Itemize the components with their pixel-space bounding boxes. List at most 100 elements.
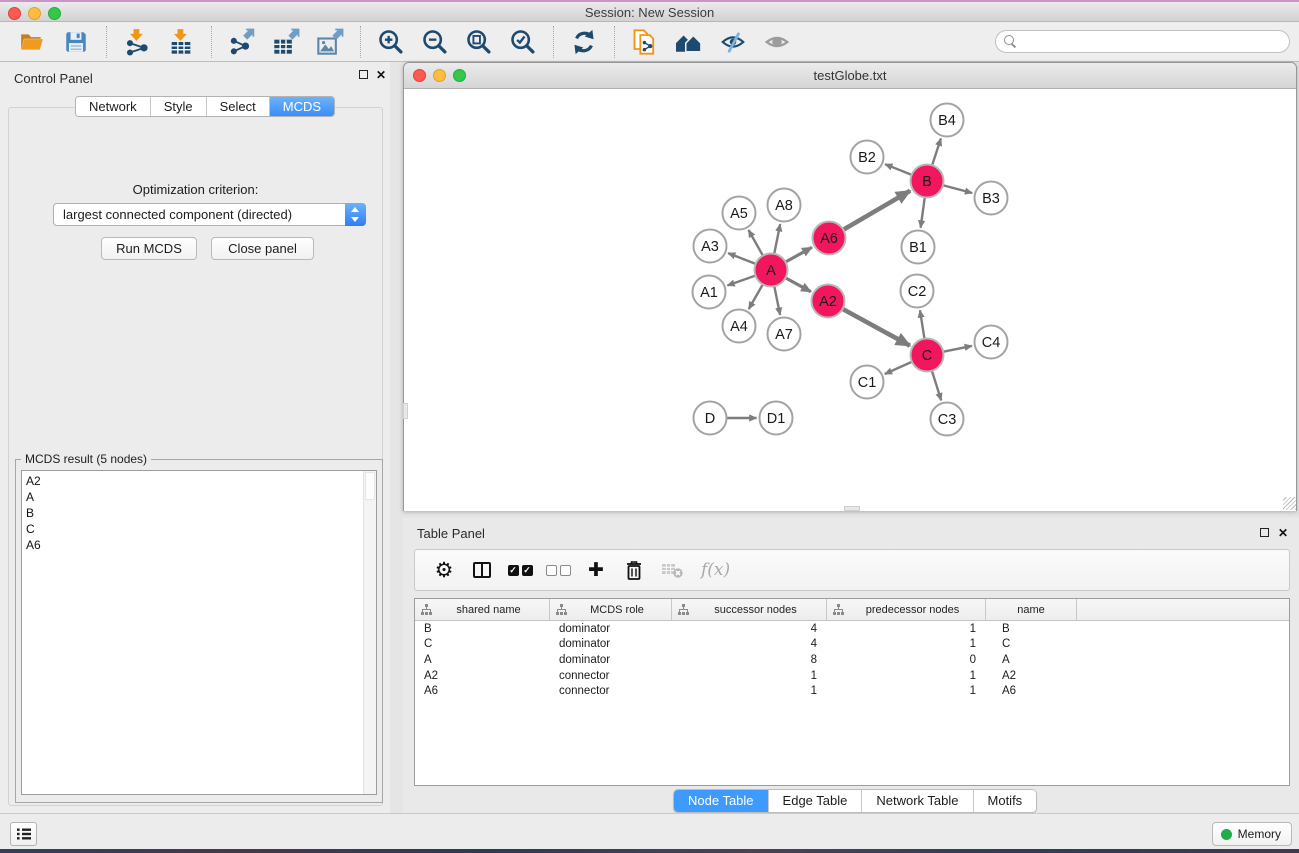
table-cell[interactable]: A2: [415, 670, 550, 682]
edge-A6-B[interactable]: [842, 191, 910, 230]
mcds-result-item[interactable]: A: [22, 489, 362, 505]
delete-column-button[interactable]: [621, 557, 647, 583]
node-B4[interactable]: B4: [931, 104, 964, 137]
edge-B-B4[interactable]: [932, 139, 941, 167]
zoom-fit-button[interactable]: [463, 26, 495, 58]
table-row[interactable]: A2connector11A2: [415, 668, 1289, 684]
column-header-name[interactable]: name: [986, 599, 1077, 620]
node-C3[interactable]: C3: [931, 403, 964, 436]
bottom-splitter-grip[interactable]: [844, 506, 860, 511]
table-cell[interactable]: 1: [672, 685, 827, 697]
column-header-shared-name[interactable]: shared name: [415, 599, 550, 620]
table-cell[interactable]: 4: [672, 638, 827, 650]
edge-A-A1[interactable]: [727, 275, 756, 285]
table-cell[interactable]: C: [986, 638, 1077, 650]
edge-C-C2[interactable]: [920, 310, 925, 339]
edge-A-A3[interactable]: [728, 253, 757, 264]
search-input[interactable]: [1022, 35, 1289, 49]
table-cell[interactable]: 1: [827, 623, 986, 635]
network-window-titlebar[interactable]: testGlobe.txt: [404, 63, 1296, 89]
close-panel-icon[interactable]: ✕: [376, 69, 386, 81]
edge-C-C1[interactable]: [885, 361, 913, 374]
table-cell[interactable]: 1: [827, 670, 986, 682]
float-table-panel-icon[interactable]: [1260, 528, 1269, 537]
search-field[interactable]: [995, 30, 1290, 53]
node-A7[interactable]: A7: [768, 318, 801, 351]
apply-layout-button[interactable]: [568, 26, 600, 58]
edge-A-A6[interactable]: [785, 247, 812, 262]
column-header-predecessor-nodes[interactable]: predecessor nodes: [827, 599, 986, 620]
table-cell[interactable]: A: [986, 654, 1077, 666]
tab-node-table[interactable]: Node Table: [674, 790, 769, 812]
deselect-all-button[interactable]: [545, 557, 571, 583]
mcds-result-item[interactable]: B: [22, 505, 362, 521]
network-canvas[interactable]: B4B2BB3A8A5A6A3B1AA1C2A2A4A7C4CC1C3DD1: [404, 89, 1296, 511]
table-row[interactable]: Bdominator41B: [415, 621, 1289, 637]
table-cell[interactable]: 0: [827, 654, 986, 666]
node-D[interactable]: D: [694, 402, 727, 435]
tab-style[interactable]: Style: [151, 97, 207, 116]
table-cell[interactable]: 1: [672, 670, 827, 682]
edge-B-B2[interactable]: [885, 164, 913, 175]
column-header-successor-nodes[interactable]: successor nodes: [672, 599, 827, 620]
export-network-button[interactable]: [226, 26, 258, 58]
table-cell[interactable]: dominator: [550, 623, 672, 635]
table-cell[interactable]: A2: [986, 670, 1077, 682]
zoom-in-button[interactable]: [375, 26, 407, 58]
optimization-criterion-dropdown[interactable]: largest connected component (directed): [53, 203, 366, 226]
table-cell[interactable]: 4: [672, 623, 827, 635]
export-image-button[interactable]: [314, 26, 346, 58]
column-header-MCDS-role[interactable]: MCDS role: [550, 599, 672, 620]
run-mcds-button[interactable]: Run MCDS: [101, 237, 197, 260]
node-A3[interactable]: A3: [694, 230, 727, 263]
node-B[interactable]: B: [911, 165, 944, 198]
table-row[interactable]: A6connector11A6: [415, 683, 1289, 699]
task-history-button[interactable]: [10, 822, 37, 846]
table-cell[interactable]: 1: [827, 685, 986, 697]
function-builder-button[interactable]: f(x): [701, 560, 730, 580]
network-snapshot-button[interactable]: [629, 26, 661, 58]
zoom-selected-button[interactable]: [507, 26, 539, 58]
node-A8[interactable]: A8: [768, 189, 801, 222]
edge-B-B3[interactable]: [942, 185, 972, 193]
table-cell[interactable]: B: [986, 623, 1077, 635]
home-button[interactable]: [673, 26, 705, 58]
close-panel-button[interactable]: Close panel: [211, 237, 314, 260]
import-network-button[interactable]: [121, 26, 153, 58]
show-graphics-details-button[interactable]: [761, 26, 793, 58]
table-cell[interactable]: connector: [550, 685, 672, 697]
column-visibility-button[interactable]: [469, 557, 495, 583]
tab-network-table[interactable]: Network Table: [862, 790, 973, 812]
node-C[interactable]: C: [911, 339, 944, 372]
tab-mcds[interactable]: MCDS: [270, 97, 334, 116]
edge-A2-C[interactable]: [842, 308, 910, 345]
mcds-result-item[interactable]: C: [22, 521, 362, 537]
edge-A-A7[interactable]: [774, 285, 780, 315]
dropdown-stepper-icon[interactable]: [345, 203, 366, 226]
mcds-result-item[interactable]: A6: [22, 537, 362, 553]
table-cell[interactable]: 8: [672, 654, 827, 666]
table-cell[interactable]: 1: [827, 638, 986, 650]
edge-C-C3[interactable]: [932, 370, 942, 401]
node-A6[interactable]: A6: [813, 222, 846, 255]
edge-A-A4[interactable]: [749, 284, 764, 310]
tab-motifs[interactable]: Motifs: [974, 790, 1037, 812]
float-panel-icon[interactable]: [359, 70, 368, 79]
resize-grip-icon[interactable]: [1283, 497, 1296, 510]
tab-select[interactable]: Select: [207, 97, 270, 116]
table-cell[interactable]: A6: [415, 685, 550, 697]
node-C1[interactable]: C1: [851, 366, 884, 399]
node-A5[interactable]: A5: [723, 197, 756, 230]
hide-graphics-details-button[interactable]: [717, 26, 749, 58]
mcds-result-list[interactable]: A2ABCA6: [21, 470, 377, 795]
left-splitter-grip[interactable]: [403, 403, 408, 419]
table-settings-button[interactable]: ⚙: [431, 557, 457, 583]
tab-network[interactable]: Network: [76, 97, 151, 116]
node-B2[interactable]: B2: [851, 141, 884, 174]
open-session-button[interactable]: [16, 26, 48, 58]
close-table-panel-icon[interactable]: ✕: [1278, 527, 1288, 539]
node-A2[interactable]: A2: [812, 285, 845, 318]
node-D1[interactable]: D1: [760, 402, 793, 435]
table-cell[interactable]: connector: [550, 670, 672, 682]
edge-A-A2[interactable]: [785, 277, 811, 291]
